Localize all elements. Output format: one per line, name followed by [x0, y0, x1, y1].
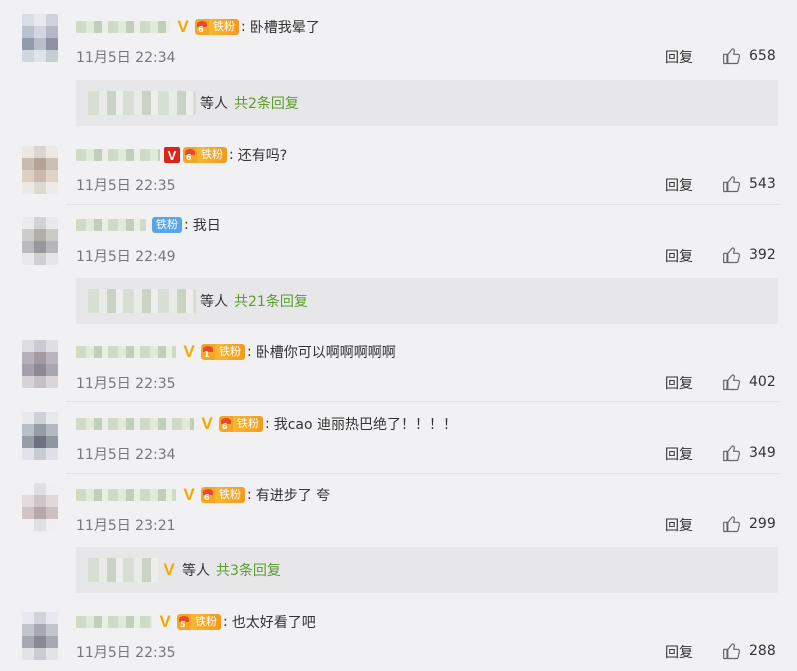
username-blurred[interactable] [76, 616, 152, 628]
comment-time: 11月5日 22:35 [76, 376, 176, 392]
comment-text: 卧槽你可以啊啊啊啊啊 [255, 345, 396, 361]
thumbs-up-icon [723, 643, 741, 660]
username-blurred[interactable] [76, 21, 170, 33]
like-count: 299 [749, 516, 776, 532]
divider [66, 204, 779, 205]
reply-button[interactable]: 回复 [665, 373, 693, 393]
replier-names-blurred [88, 91, 196, 115]
comment-header: 铁粉 : 我日 [76, 214, 221, 236]
thumbs-up-icon [723, 48, 741, 65]
comment-text: 还有吗? [237, 148, 288, 164]
verified-v-icon: V [159, 612, 171, 631]
avatar[interactable] [22, 340, 58, 388]
thumbs-up-icon [723, 176, 741, 193]
fan-badge-icon[interactable]: 铁粉 [152, 217, 182, 233]
comment-time: 11月5日 22:34 [76, 50, 176, 66]
thumbs-up-icon [723, 445, 741, 462]
avatar[interactable] [22, 483, 58, 531]
thumbs-up-icon [723, 516, 741, 533]
reply-summary-bar[interactable]: V 等人 共3条回复 [76, 547, 778, 593]
reply-count-link[interactable]: 共21条回复 [234, 291, 308, 311]
divider [66, 473, 779, 474]
comment-text: 也太好看了吧 [231, 615, 316, 631]
comment-header: V 6 铁粉 : 卧槽我晕了 [76, 16, 320, 38]
username-blurred[interactable] [76, 418, 194, 430]
verified-v-icon: V [183, 485, 195, 504]
like-count: 402 [749, 374, 776, 390]
comment-text: 卧槽我晕了 [249, 20, 320, 36]
comment-header: V 6 铁粉 : 还有吗? [76, 144, 287, 166]
comment-header: V 1 铁粉 : 卧槽你可以啊啊啊啊啊 [76, 341, 396, 363]
avatar[interactable] [22, 412, 58, 460]
like-button[interactable]: 543 [722, 174, 776, 194]
reply-button[interactable]: 回复 [665, 175, 693, 195]
comment-time: 11月5日 23:21 [76, 518, 176, 534]
reply-button[interactable]: 回复 [665, 642, 693, 662]
comment-time: 11月5日 22:49 [76, 249, 176, 265]
replier-names-blurred [88, 289, 196, 313]
like-button[interactable]: 288 [722, 641, 776, 661]
comment-time: 11月5日 22:35 [76, 645, 176, 661]
comment-text: 我日 [192, 218, 221, 234]
like-button[interactable]: 299 [722, 514, 776, 534]
fan-badge-icon[interactable]: 5 铁粉 [177, 614, 221, 630]
like-button[interactable]: 392 [722, 245, 776, 265]
fan-badge-icon[interactable]: 6 铁粉 [183, 147, 227, 163]
reply-count-link[interactable]: 共2条回复 [234, 93, 299, 113]
username-blurred[interactable] [76, 346, 176, 358]
comment-text: 我cao 迪丽热巴绝了！！！！ [273, 417, 458, 433]
verified-v-icon: V [177, 17, 189, 36]
like-count: 658 [749, 48, 776, 64]
like-count: 349 [749, 445, 776, 461]
fan-badge-icon[interactable]: 6 铁粉 [195, 19, 239, 35]
like-count: 392 [749, 247, 776, 263]
verified-v-icon: V [164, 147, 180, 163]
like-button[interactable]: 349 [722, 443, 776, 463]
reply-button[interactable]: 回复 [665, 246, 693, 266]
avatar[interactable] [22, 14, 58, 62]
reply-button[interactable]: 回复 [665, 515, 693, 535]
thumbs-up-icon [723, 247, 741, 264]
username-blurred[interactable] [76, 489, 176, 501]
comment-header: V 6 铁粉 : 我cao 迪丽热巴绝了！！！！ [76, 413, 457, 435]
verified-v-icon: V [201, 414, 213, 433]
reply-summary-bar[interactable]: 等人 共2条回复 [76, 80, 778, 126]
divider [66, 401, 779, 402]
username-blurred[interactable] [76, 219, 146, 231]
avatar[interactable] [22, 612, 58, 660]
replier-names-blurred [88, 558, 158, 582]
verified-v-icon: V [163, 560, 175, 579]
avatar[interactable] [22, 146, 58, 194]
reply-summary-bar[interactable]: 等人 共21条回复 [76, 278, 778, 324]
like-button[interactable]: 402 [722, 372, 776, 392]
comment-header: V 6 铁粉 : 有进步了 夸 [76, 484, 330, 506]
reply-button[interactable]: 回复 [665, 444, 693, 464]
username-blurred[interactable] [76, 149, 160, 161]
avatar[interactable] [22, 217, 58, 265]
comment-time: 11月5日 22:34 [76, 447, 176, 463]
reply-count-link[interactable]: 共3条回复 [216, 560, 281, 580]
fan-badge-icon[interactable]: 6 铁粉 [201, 487, 245, 503]
comment-text: 有进步了 夸 [255, 488, 331, 504]
thumbs-up-icon [723, 374, 741, 391]
comment-header: V 5 铁粉 : 也太好看了吧 [76, 611, 316, 633]
like-count: 288 [749, 643, 776, 659]
fan-badge-icon[interactable]: 1 铁粉 [201, 344, 245, 360]
verified-v-icon: V [183, 342, 195, 361]
like-count: 543 [749, 176, 776, 192]
comment-time: 11月5日 22:35 [76, 178, 176, 194]
reply-button[interactable]: 回复 [665, 47, 693, 67]
fan-badge-icon[interactable]: 6 铁粉 [219, 416, 263, 432]
like-button[interactable]: 658 [722, 46, 776, 66]
